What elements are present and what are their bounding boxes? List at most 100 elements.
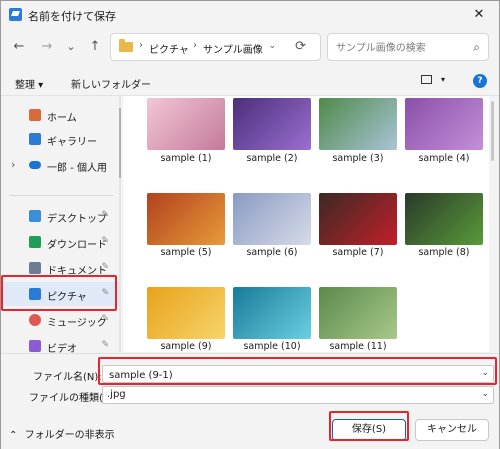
sidebar-scrollbar-thumb[interactable] (119, 108, 121, 178)
pin-icon[interactable]: ✎ (101, 210, 109, 220)
file-thumbnail[interactable] (319, 287, 397, 339)
recent-locations-icon[interactable]: ⌄ (63, 39, 79, 55)
sidebar-item-home[interactable]: ホーム (1, 103, 119, 127)
search-input[interactable] (334, 38, 468, 58)
file-list-scrollbar[interactable] (491, 101, 494, 161)
file-thumbnail[interactable] (147, 98, 225, 150)
up-arrow-icon[interactable]: ↑ (87, 39, 103, 55)
filename-dropdown-icon[interactable]: ⌄ (481, 368, 489, 378)
folder-icon (119, 39, 133, 52)
file-list: sample (1) sample (2) sample (3) sample … (123, 96, 489, 352)
sidebar-item-music[interactable]: ミュージック ✎ (1, 308, 119, 332)
chevron-up-icon: ⌃ (9, 430, 18, 441)
view-options-icon[interactable] (421, 75, 432, 84)
pin-icon[interactable]: ✎ (101, 314, 109, 324)
filetype-value: .jpg (107, 389, 126, 400)
documents-icon (29, 262, 41, 274)
hide-folders-button[interactable]: ⌃ フォルダーの非表示 (9, 426, 115, 441)
sidebar-item-downloads[interactable]: ダウンロード ✎ (1, 230, 119, 254)
video-icon (29, 340, 41, 352)
file-name[interactable]: sample (11) (315, 341, 401, 352)
file-thumbnail[interactable] (405, 193, 483, 245)
pictures-icon (29, 288, 41, 300)
music-icon (29, 314, 41, 326)
breadcrumb-separator: › (139, 40, 143, 51)
sidebar-item-onedrive[interactable]: › 一郎 - 個人用 (1, 153, 119, 177)
file-name[interactable]: sample (8) (401, 247, 487, 258)
organize-button[interactable]: 整理 ▾ (15, 76, 43, 91)
sidebar-item-documents[interactable]: ドキュメント ✎ (1, 256, 119, 280)
file-name[interactable]: sample (6) (229, 247, 315, 258)
title-bar: 名前を付けて保存 ✕ (1, 1, 499, 29)
filetype-dropdown-icon[interactable]: ⌄ (481, 389, 489, 399)
file-name[interactable]: sample (3) (315, 153, 401, 164)
search-icon[interactable]: ⌕ (473, 40, 480, 55)
pin-icon[interactable]: ✎ (101, 340, 109, 350)
sidebar-item-label: ダウンロード (47, 240, 107, 251)
file-thumbnail[interactable] (147, 193, 225, 245)
file-thumbnail[interactable] (319, 98, 397, 150)
app-icon (9, 8, 22, 21)
home-icon (29, 109, 41, 121)
pin-icon[interactable]: ✎ (101, 288, 109, 298)
filetype-select[interactable]: .jpg ⌄ (102, 386, 494, 404)
breadcrumb-pictures[interactable]: ピクチャ (149, 41, 189, 56)
file-name[interactable]: sample (4) (401, 153, 487, 164)
pin-icon[interactable]: ✎ (101, 262, 109, 272)
filename-field[interactable]: ⌄ (102, 365, 494, 383)
save-as-dialog: 名前を付けて保存 ✕ ← → ⌄ ↑ › ピクチャ › サンプル画像 ⌄ ⟳ ⌕… (0, 0, 500, 449)
sidebar-item-label: 一郎 - 個人用 (47, 163, 107, 174)
file-thumbnail[interactable] (147, 287, 225, 339)
cancel-button[interactable]: キャンセル (415, 419, 489, 441)
file-name[interactable]: sample (1) (143, 153, 229, 164)
sidebar-item-label: ギャラリー (47, 137, 97, 148)
breadcrumb-separator: › (193, 40, 197, 51)
breadcrumb-sample-images[interactable]: サンプル画像 (203, 41, 263, 56)
forward-arrow-icon[interactable]: → (39, 39, 55, 55)
file-thumbnail[interactable] (233, 287, 311, 339)
save-button[interactable]: 保存(S) (332, 419, 406, 441)
save-options-panel: ファイル名(N): ⌄ ファイルの種類(T): .jpg ⌄ ⌃ フォルダーの非… (1, 353, 499, 449)
file-name[interactable]: sample (9) (143, 341, 229, 352)
view-dropdown-icon[interactable]: ▾ (441, 75, 445, 84)
help-icon[interactable]: ? (473, 74, 487, 88)
sidebar-divider (9, 195, 113, 196)
file-thumbnail[interactable] (319, 193, 397, 245)
sidebar-item-pictures[interactable]: ピクチャ ✎ (1, 282, 119, 306)
command-bar: 整理 ▾ 新しいフォルダー ▾ ? (1, 69, 499, 96)
filename-input[interactable] (107, 367, 471, 383)
hide-folders-label: フォルダーの非表示 (24, 430, 115, 441)
filename-label: ファイル名(N): (33, 372, 102, 383)
sidebar-item-label: ピクチャ (47, 292, 87, 303)
sidebar-item-gallery[interactable]: ギャラリー (1, 127, 119, 151)
sidebar-item-desktop[interactable]: デスクトップ ✎ (1, 204, 119, 228)
expand-chevron-icon[interactable]: › (11, 158, 15, 171)
sidebar-item-label: ホーム (47, 113, 77, 124)
sidebar-scrollbar[interactable] (119, 96, 121, 352)
sidebar-item-label: デスクトップ (47, 214, 107, 225)
file-thumbnail[interactable] (405, 98, 483, 150)
navigation-bar: ← → ⌄ ↑ › ピクチャ › サンプル画像 ⌄ ⟳ ⌕ (1, 31, 499, 65)
file-name[interactable]: sample (7) (315, 247, 401, 258)
sidebar-item-label: ドキュメント (47, 266, 107, 277)
sidebar-item-label: ミュージック (47, 318, 107, 329)
back-arrow-icon[interactable]: ← (11, 39, 27, 55)
search-box[interactable]: ⌕ (327, 33, 489, 61)
file-name[interactable]: sample (2) (229, 153, 315, 164)
onedrive-icon (29, 161, 41, 169)
close-icon[interactable]: ✕ (469, 5, 489, 25)
file-thumbnail[interactable] (233, 193, 311, 245)
download-icon (29, 236, 41, 248)
file-name[interactable]: sample (10) (229, 341, 315, 352)
file-thumbnail[interactable] (233, 98, 311, 150)
file-name[interactable]: sample (5) (143, 247, 229, 258)
gallery-icon (29, 133, 41, 145)
window-title: 名前を付けて保存 (28, 10, 116, 23)
refresh-icon[interactable]: ⟳ (295, 39, 306, 54)
address-dropdown-icon[interactable]: ⌄ (268, 41, 276, 51)
navigation-pane: ホーム ギャラリー › 一郎 - 個人用 デスクトップ ✎ ダウンロード ✎ ド… (1, 96, 121, 355)
pin-icon[interactable]: ✎ (101, 236, 109, 246)
address-bar[interactable]: › ピクチャ › サンプル画像 ⌄ ⟳ (110, 33, 321, 61)
desktop-icon (29, 210, 41, 222)
new-folder-button[interactable]: 新しいフォルダー (71, 76, 151, 91)
